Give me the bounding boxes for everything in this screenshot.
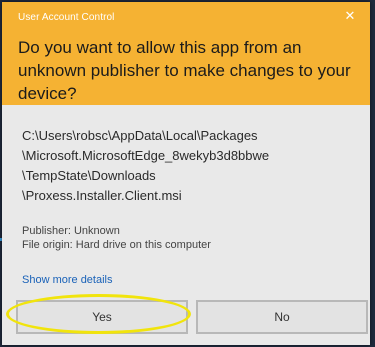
uac-dialog: User Account Control ✕ Do you want to al… [2,2,370,345]
no-button[interactable]: No [196,300,368,334]
file-path: C:\Users\robsc\AppData\Local\Packages \M… [22,126,362,206]
window-title: User Account Control [18,12,115,23]
yes-button[interactable]: Yes [16,300,188,334]
dialog-header: User Account Control ✕ Do you want to al… [2,2,370,105]
screen-background: User Account Control ✕ Do you want to al… [0,0,375,347]
file-path-line: \Proxess.Installer.Client.msi [22,188,182,203]
show-more-details-link[interactable]: Show more details [22,274,113,286]
prompt-question: Do you want to allow this app from an un… [18,38,351,103]
close-icon[interactable]: ✕ [344,9,356,22]
file-origin-label: File origin: Hard drive on this computer [22,239,211,251]
file-path-line: \Microsoft.MicrosoftEdge_8wekyb3d8bbwe [22,148,270,163]
file-path-line: \TempState\Downloads [22,168,156,183]
file-path-line: C:\Users\robsc\AppData\Local\Packages [22,128,258,143]
publisher-label: Publisher: Unknown [22,225,120,237]
